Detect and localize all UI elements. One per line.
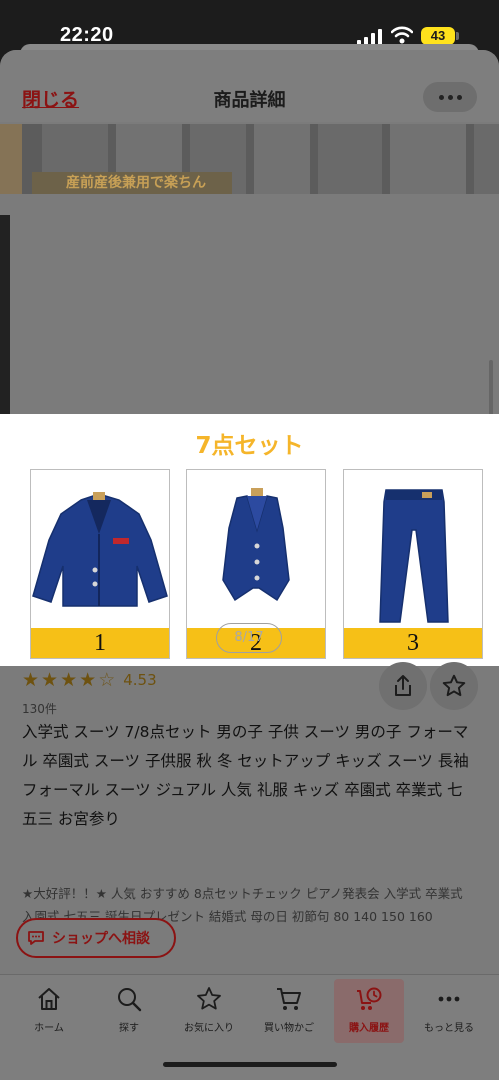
jacket-icon: [32, 492, 168, 607]
set-item-number: 1: [31, 628, 169, 658]
thumb: [318, 124, 382, 194]
tab-home[interactable]: ホーム: [14, 979, 84, 1043]
star-icon: ★: [60, 669, 78, 691]
image-page-indicator: 8/17: [216, 623, 282, 653]
thumb: [0, 124, 22, 194]
tab-label: 買い物かご: [264, 1023, 314, 1034]
battery-icon: 43: [421, 27, 455, 45]
signal-icon: [357, 29, 382, 45]
tab-label: ホーム: [34, 1023, 64, 1034]
home-icon: [38, 988, 60, 1010]
chat-bubble-icon: [28, 931, 44, 945]
thumb: [254, 124, 310, 194]
banner-caption: 産前産後兼用で楽ちん: [32, 172, 232, 194]
set-item-card-1: 1: [30, 469, 170, 659]
star-icon: [197, 987, 221, 1010]
set-count-title: 7点セット: [195, 433, 304, 459]
tab-label: 購入履歴: [349, 1023, 389, 1034]
product-title: 入学式 スーツ 7/8点セット 男の子 子供 スーツ 男の子 フォーマル 卒園式…: [22, 723, 469, 828]
share-button[interactable]: [379, 662, 427, 710]
home-indicator[interactable]: [163, 1062, 337, 1067]
sheet-header: 閉じる 商品詳細: [0, 50, 499, 122]
cart-icon: [277, 988, 301, 1010]
wifi-icon: [391, 26, 413, 44]
thumb: [390, 124, 466, 194]
history-cart-icon: [357, 987, 382, 1010]
favorite-button[interactable]: [430, 662, 478, 710]
tab-cart[interactable]: 買い物かご: [254, 979, 324, 1043]
set-item-number: 3: [344, 628, 482, 658]
tab-favorites[interactable]: お気に入り: [174, 979, 244, 1043]
search-icon: [118, 988, 142, 1012]
more-dot: [447, 94, 453, 100]
star-outline-icon: [442, 674, 466, 697]
more-dots-icon: [438, 94, 444, 100]
rating[interactable]: ★ ★ ★ ★ ☆ 4.53: [22, 670, 157, 690]
shop-consult-label: ショップへ相談: [52, 931, 150, 947]
tab-label: 探す: [119, 1023, 139, 1034]
rating-value: 4.53: [123, 671, 157, 689]
vest-icon: [222, 488, 290, 602]
set-item-card-3: 3: [343, 469, 483, 659]
pants-icon: [379, 489, 449, 623]
more-icon: [438, 996, 460, 1002]
battery-tip: [456, 32, 459, 40]
tab-purchase-history[interactable]: 購入履歴: [334, 979, 404, 1043]
tab-search[interactable]: 探す: [94, 979, 164, 1043]
review-count[interactable]: 130件: [22, 700, 57, 717]
tab-more[interactable]: もっと見る: [414, 979, 484, 1043]
star-icon: ★: [79, 669, 97, 691]
tab-label: お気に入り: [184, 1023, 234, 1034]
more-dot: [456, 94, 462, 100]
half-star-icon: ☆: [98, 669, 116, 691]
tab-label: もっと見る: [424, 1023, 474, 1034]
more-options-button[interactable]: [423, 82, 477, 112]
star-icon: ★: [22, 669, 40, 691]
shop-consult-button[interactable]: ショップへ相談: [16, 918, 176, 958]
thumb: [474, 124, 499, 194]
share-icon: [395, 675, 411, 696]
star-icon: ★: [41, 669, 59, 691]
